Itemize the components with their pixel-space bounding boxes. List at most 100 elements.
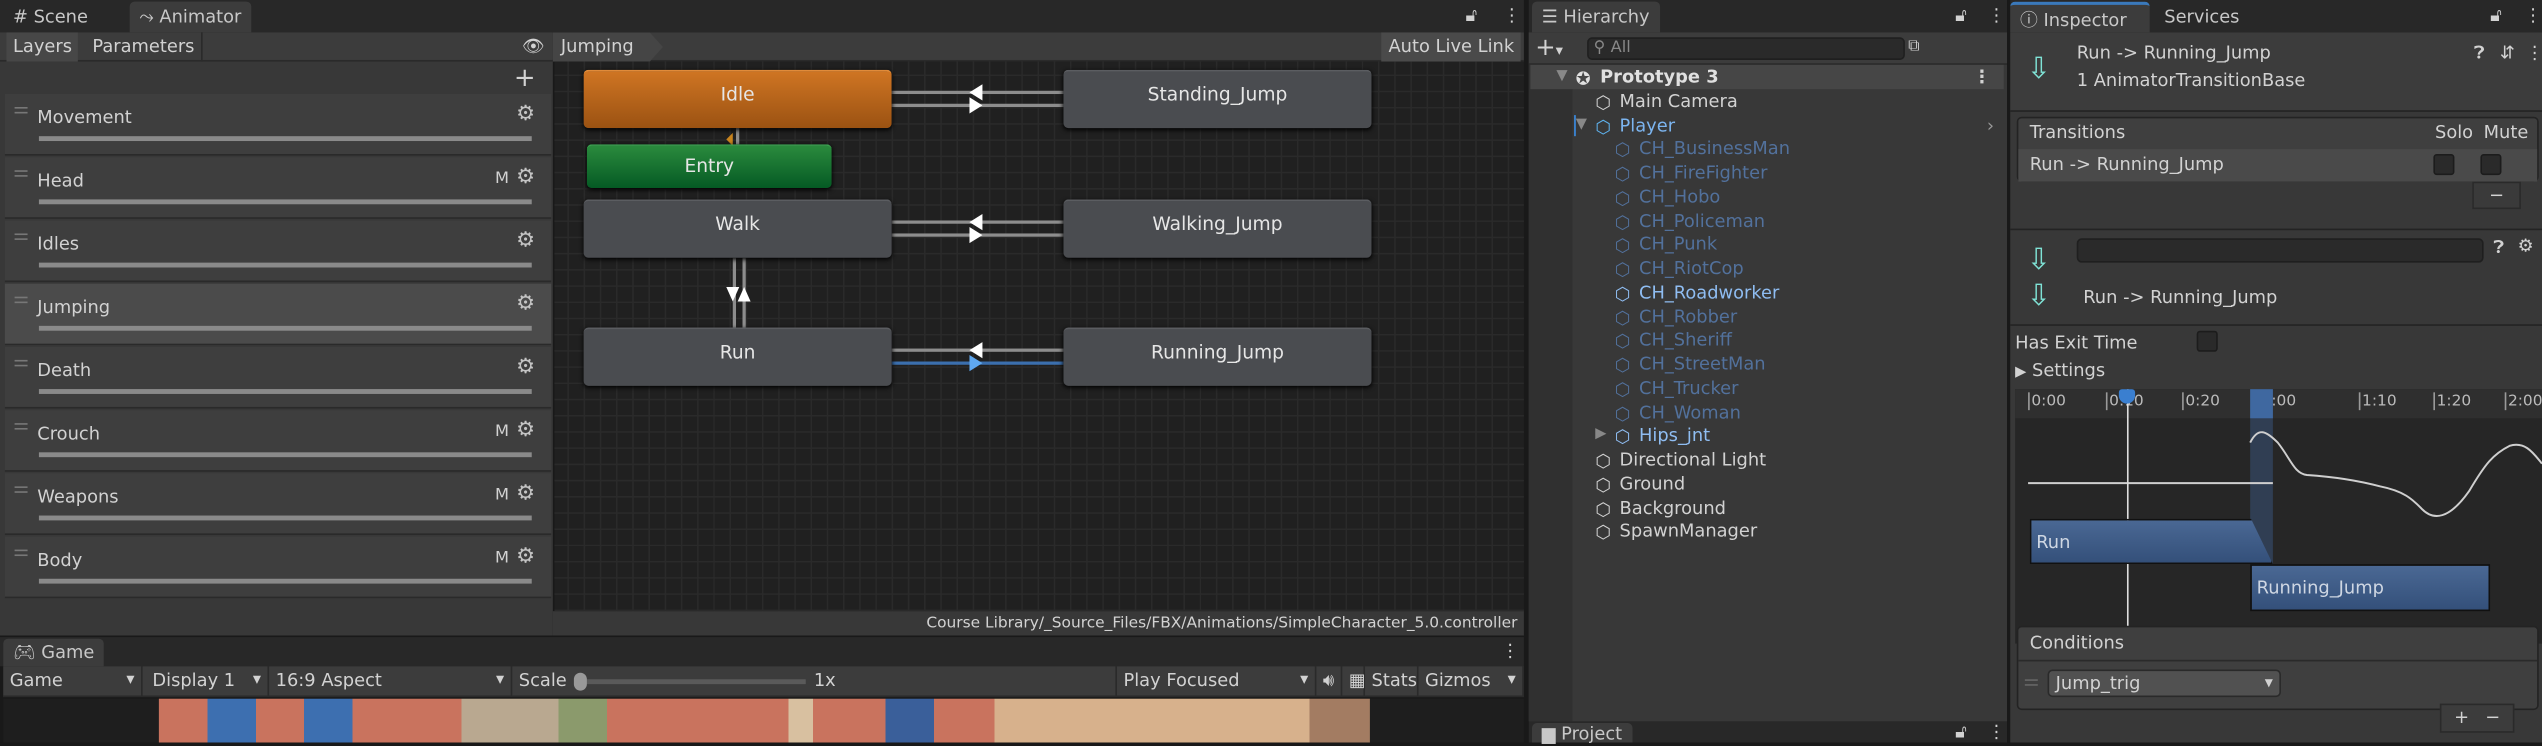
state-walk[interactable]: Walk — [583, 199, 892, 258]
more-menu-icon[interactable]: ⋮ — [2524, 5, 2542, 26]
tab-game[interactable]: 🎮︎ Game — [3, 638, 105, 667]
drag-handle-icon[interactable] — [14, 549, 28, 557]
scene-visibility-icon[interactable]: ⧉ — [1908, 37, 1920, 55]
state-walking-jump[interactable]: Walking_Jump — [1063, 199, 1372, 258]
hierarchy-item[interactable]: ⬡ CH_RiotCop — [1530, 256, 2003, 280]
display-dropdown[interactable]: Display 1 — [146, 666, 270, 696]
more-menu-icon[interactable]: ⋮ — [2526, 42, 2542, 63]
expand-triangle-icon[interactable]: ▼ — [1576, 113, 1587, 137]
gear-icon[interactable]: ⚙ — [516, 229, 535, 253]
tab-inspector[interactable]: ⓘ Inspector — [2010, 1, 2150, 33]
more-menu-icon[interactable]: ⋮ — [1988, 5, 2006, 26]
gizmos-dropdown[interactable]: Gizmos — [1419, 666, 1524, 696]
gear-icon[interactable]: ⚙ — [516, 165, 535, 189]
help-icon[interactable]: ❓︎ — [2493, 237, 2504, 260]
hierarchy-item[interactable]: ⬡ CH_Sheriff — [1530, 328, 2003, 352]
gear-icon[interactable]: ⚙ — [2518, 235, 2534, 256]
layer-item[interactable]: Head M ⚙ — [4, 157, 552, 219]
expand-triangle-icon[interactable]: ▼ — [1556, 65, 1567, 89]
gear-icon[interactable]: ⚙ — [516, 481, 535, 505]
gear-icon[interactable]: ⚙ — [516, 292, 535, 316]
settings-foldout[interactable]: ▶ Settings — [2015, 360, 2105, 381]
hierarchy-scene-row[interactable]: ▼ ✪ Prototype 3 ⋮ — [1530, 64, 2004, 90]
search-input[interactable]: ⚲ All — [1587, 37, 1905, 60]
state-standing-jump[interactable]: Standing_Jump — [1063, 69, 1372, 129]
hierarchy-item[interactable]: ⬡ Directional Light — [1530, 447, 2003, 471]
layer-item[interactable]: Idles ⚙ — [4, 220, 552, 283]
lock-icon[interactable]: 🔓︎ — [1955, 721, 1967, 744]
lock-icon[interactable]: 🔓︎ — [1955, 5, 1967, 28]
grid-layout-toggle[interactable]: ▦ — [1342, 666, 1366, 696]
state-machine-graph[interactable]: Idle Standing_Jump Entry Walk Walking_Ju… — [554, 61, 1524, 612]
transition-name-field[interactable] — [2076, 238, 2484, 263]
game-mode-dropdown[interactable]: Game — [3, 666, 143, 696]
chevron-right-icon[interactable]: › — [1987, 113, 1994, 137]
state-run[interactable]: Run — [583, 327, 892, 386]
more-menu-icon[interactable]: ⋮ — [1501, 640, 1519, 661]
state-idle[interactable]: Idle — [583, 69, 892, 129]
gear-icon[interactable]: ⚙ — [516, 102, 535, 126]
help-icon[interactable]: ❓︎ — [2474, 42, 2485, 65]
hierarchy-item[interactable]: ⬡ CH_Trucker — [1530, 376, 2003, 400]
gear-icon[interactable]: ⚙ — [516, 418, 535, 442]
remove-transition-button[interactable]: − — [2472, 181, 2521, 210]
condition-parameter-dropdown[interactable]: Jump_trig — [2047, 669, 2281, 698]
playhead[interactable] — [2126, 389, 2129, 644]
layer-item[interactable]: Movement ⚙ — [4, 94, 552, 156]
drag-handle-icon[interactable] — [14, 233, 28, 240]
add-layer-button[interactable]: + — [514, 62, 536, 93]
tab-services[interactable]: Services — [2155, 2, 2250, 33]
hierarchy-item[interactable]: ⬡ CH_Roadworker — [1530, 280, 2003, 304]
hierarchy-item[interactable]: ⬡ CH_Punk — [1530, 232, 2003, 256]
more-menu-icon[interactable]: ⋮ — [1988, 721, 2006, 742]
hierarchy-item[interactable]: ⬡ CH_Woman — [1530, 400, 2003, 424]
drag-handle-icon[interactable] — [14, 106, 28, 114]
lock-icon[interactable]: 🔓︎ — [2490, 5, 2502, 28]
scale-slider-handle[interactable] — [573, 672, 587, 691]
tab-parameters[interactable]: Parameters — [86, 32, 203, 62]
hierarchy-item[interactable]: ⬡ Ground — [1530, 471, 2003, 495]
tab-layers[interactable]: Layers — [6, 32, 79, 62]
play-mode-dropdown[interactable]: Play Focused — [1115, 666, 1317, 696]
drag-handle-icon[interactable] — [14, 170, 28, 177]
drag-handle-icon[interactable] — [14, 296, 28, 304]
gear-icon[interactable]: ⚙ — [516, 355, 535, 379]
drag-handle-icon[interactable] — [14, 359, 28, 367]
remove-condition-button[interactable]: − — [2485, 707, 2500, 728]
state-entry[interactable]: Entry — [586, 144, 832, 189]
eye-icon[interactable]: 👁︎ — [522, 36, 545, 57]
stats-button[interactable]: Stats — [1365, 666, 1419, 696]
more-menu-icon[interactable]: ⋮ — [1973, 65, 1991, 89]
create-button[interactable]: +▾ — [1535, 32, 1563, 61]
collapse-triangle-icon[interactable]: ▶ — [1595, 424, 1606, 448]
tab-scene[interactable]: # Scene — [3, 2, 97, 33]
tab-hierarchy[interactable]: ☰ Hierarchy — [1532, 1, 1660, 33]
state-running-jump[interactable]: Running_Jump — [1063, 327, 1372, 386]
layer-item[interactable]: Body M ⚙ — [4, 536, 552, 599]
hierarchy-item[interactable]: ⬡ CH_Policeman — [1530, 208, 2003, 232]
hierarchy-item[interactable]: ⬡ CH_FireFighter — [1530, 160, 2003, 184]
tab-project[interactable]: ▆ Project — [1532, 723, 1632, 744]
hierarchy-item[interactable]: ▶ ⬡ Hips_jnt — [1530, 424, 2003, 448]
hierarchy-item[interactable]: ⬡ Background — [1530, 495, 2003, 519]
transition-timeline[interactable]: 0:000:100:201:001:101:202:00 Run Running… — [2015, 389, 2542, 644]
presets-icon[interactable]: ⇵ — [2500, 42, 2515, 63]
audio-mute-toggle[interactable]: 🔊︎ — [1316, 666, 1343, 696]
hierarchy-item[interactable]: ⬡ Main Camera — [1530, 89, 2003, 113]
hierarchy-item[interactable]: ⬡ CH_Robber — [1530, 304, 2003, 328]
hierarchy-item[interactable]: ⬡ CH_StreetMan — [1530, 352, 2003, 376]
has-exit-time-checkbox[interactable] — [2196, 330, 2218, 352]
transition-duration-handle[interactable] — [2250, 389, 2273, 419]
lock-icon[interactable]: 🔓︎ — [1466, 5, 1478, 28]
solo-checkbox[interactable] — [2433, 154, 2455, 176]
drag-handle-icon[interactable] — [14, 423, 28, 430]
auto-live-link-button[interactable]: Auto Live Link — [1381, 32, 1521, 62]
layer-item[interactable]: Crouch M ⚙ — [4, 410, 552, 472]
drag-handle-icon[interactable] — [14, 486, 28, 493]
scale-slider-track[interactable] — [578, 679, 806, 685]
transition-row[interactable]: Run -> Running_Jump — [2018, 149, 2538, 182]
tab-animator[interactable]: ⤳ Animator — [129, 1, 252, 33]
layer-item[interactable]: Weapons M ⚙ — [4, 473, 552, 535]
aspect-dropdown[interactable]: 16:9 Aspect — [269, 666, 513, 696]
gear-icon[interactable]: ⚙ — [516, 545, 535, 569]
